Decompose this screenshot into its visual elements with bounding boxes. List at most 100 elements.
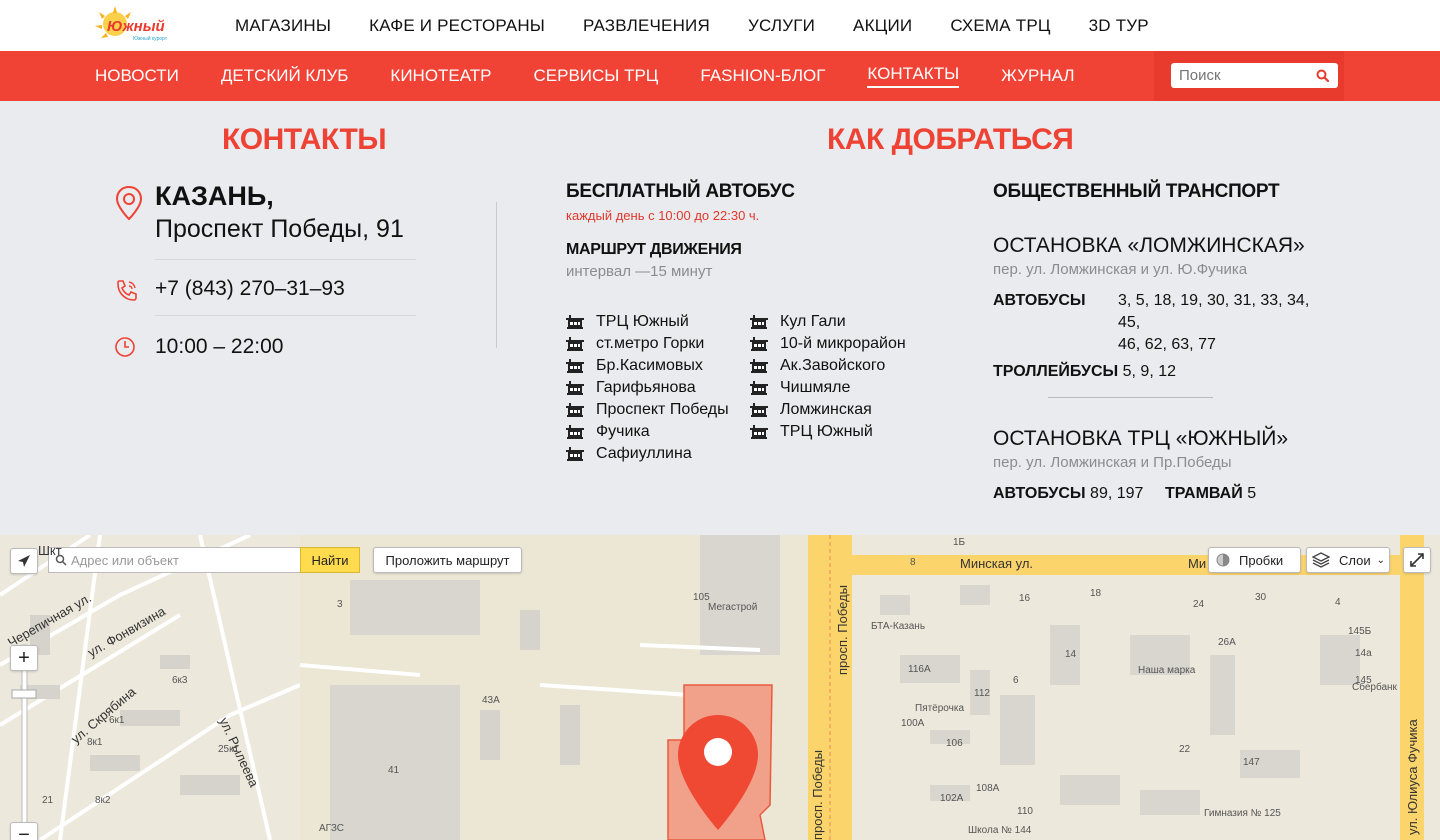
- stop-name: Бр.Касимовых: [596, 357, 703, 374]
- map-find-button[interactable]: Найти: [300, 547, 360, 573]
- street-label: ул. Юлиуса Фучика: [1405, 719, 1420, 835]
- search-icon[interactable]: [1316, 69, 1329, 82]
- poi-label[interactable]: БТА-Казань: [871, 621, 925, 632]
- traffic-label: Пробки: [1239, 552, 1284, 568]
- list-item: 10-й микрорайон: [750, 333, 906, 355]
- poi-label[interactable]: АГЗС: [319, 823, 344, 834]
- free-bus-title: БЕСПЛАТНЫЙ АВТОБУС: [566, 181, 795, 202]
- stop2-address: пер. ул. Ломжинская и Пр.Победы: [993, 454, 1232, 471]
- stop-name: ТРЦ Южный: [596, 313, 689, 330]
- list-item: ТРЦ Южный: [750, 421, 906, 443]
- map[interactable]: Адрес или объект Найти Проложить маршрут…: [0, 535, 1440, 840]
- secondary-nav: НОВОСТИ ДЕТСКИЙ КЛУБ КИНОТЕАТР СЕРВИСЫ Т…: [0, 51, 1440, 101]
- poi-label[interactable]: Гимназия № 125: [1204, 808, 1281, 819]
- phone-icon: [117, 280, 137, 301]
- house-number: 106: [946, 738, 963, 749]
- public-transport-title: ОБЩЕСТВЕННЫЙ ТРАНСПОРТ: [993, 181, 1280, 202]
- geolocation-button[interactable]: [10, 548, 38, 574]
- stop1-buses-label: АВТОБУСЫ: [993, 292, 1086, 309]
- stop2-buses-numbers: 89, 197: [1090, 485, 1144, 502]
- stop1-trolley-label: ТРОЛЛЕЙБУСЫ: [993, 363, 1119, 380]
- stop1-trolley-row: ТРОЛЛЕЙБУСЫ 5, 9, 12: [993, 363, 1176, 381]
- nav-cinema[interactable]: КИНОТЕАТР: [390, 66, 491, 86]
- directions-title: КАК ДОБРАТЬСЯ: [827, 123, 1074, 156]
- stop-name: Проспект Победы: [596, 401, 729, 418]
- bus-stop-icon: [566, 447, 584, 461]
- layers-label: Слои: [1339, 552, 1371, 568]
- poi-label[interactable]: Наша марка: [1138, 665, 1195, 676]
- bus-stop-icon: [566, 337, 584, 351]
- vertical-divider: [496, 202, 497, 348]
- route-title: МАРШРУТ ДВИЖЕНИЯ: [566, 241, 742, 258]
- nav-contacts[interactable]: КОНТАКТЫ: [867, 64, 960, 88]
- list-item: Ак.Завойского: [750, 355, 906, 377]
- list-item: ТРЦ Южный: [566, 311, 729, 333]
- traffic-icon: [1216, 553, 1230, 567]
- stop1-title: ОСТАНОВКА «ЛОМЖИНСКАЯ»: [993, 234, 1305, 257]
- stop-name: ст.метро Горки: [596, 335, 705, 352]
- route-stops-left: ТРЦ Южный ст.метро Горки Бр.Касимовых Га…: [566, 311, 729, 465]
- phone-number[interactable]: +7 (843) 270–31–93: [155, 277, 345, 301]
- nav-mall-services[interactable]: СЕРВИСЫ ТРЦ: [534, 66, 659, 86]
- stop1-trolley-numbers: 5, 9, 12: [1122, 363, 1177, 380]
- build-route-button[interactable]: Проложить маршрут: [373, 547, 522, 573]
- house-number: 105: [693, 592, 710, 603]
- nav-mall-map[interactable]: СХЕМА ТРЦ: [950, 16, 1050, 36]
- divider: [155, 259, 416, 260]
- house-number: 16: [1019, 593, 1031, 604]
- nav-fashion-blog[interactable]: FASHION-БЛОГ: [700, 66, 825, 86]
- stop-name: Чишмяле: [780, 379, 851, 396]
- house-number: 3: [337, 599, 343, 610]
- nav-entertainment[interactable]: РАЗВЛЕЧЕНИЯ: [583, 16, 710, 36]
- house-number: 6к3: [172, 675, 188, 686]
- poi-label[interactable]: Школа № 144: [968, 825, 1031, 836]
- street-label: Минская ул.: [960, 556, 1034, 571]
- nav-shops[interactable]: МАГАЗИНЫ: [235, 16, 331, 36]
- nav-news[interactable]: НОВОСТИ: [95, 66, 179, 86]
- house-number: 24: [1193, 599, 1205, 610]
- stop-name: Ак.Завойского: [780, 357, 886, 374]
- house-number: 6к1: [109, 715, 125, 726]
- bus-stop-icon: [566, 425, 584, 439]
- list-item: Гарифьянова: [566, 377, 729, 399]
- house-number: 14: [1065, 649, 1077, 660]
- house-number: 147: [1243, 757, 1260, 768]
- nav-services[interactable]: УСЛУГИ: [748, 16, 815, 36]
- location-arrow-icon: [18, 555, 30, 567]
- nav-journal[interactable]: ЖУРНАЛ: [1001, 66, 1074, 86]
- stop1-buses-line3: 46, 62, 63, 77: [1118, 336, 1216, 353]
- map-address-input[interactable]: Адрес или объект: [48, 547, 300, 573]
- yuzhny-logo[interactable]: Южный Южный курорт: [93, 4, 175, 46]
- clock-icon: [115, 337, 135, 357]
- fullscreen-button[interactable]: [1403, 547, 1431, 573]
- house-number: 108А: [976, 783, 1000, 794]
- street-label: Шкт: [38, 543, 62, 558]
- bus-stop-icon: [750, 315, 768, 329]
- poi-label[interactable]: Мегастрой: [708, 602, 757, 613]
- nav-kids-club[interactable]: ДЕТСКИЙ КЛУБ: [221, 66, 349, 86]
- route-interval: интервал —15 минут: [566, 263, 713, 280]
- list-item: Фучика: [566, 421, 729, 443]
- zoom-out-button[interactable]: −: [10, 822, 38, 840]
- divider: [155, 315, 416, 316]
- street-label: Ми: [1188, 556, 1207, 571]
- house-number: 18: [1090, 588, 1102, 599]
- stop2-tram-number: 5: [1247, 485, 1257, 502]
- bus-stop-icon: [750, 403, 768, 417]
- house-number: 1Б: [953, 537, 966, 548]
- stop-name: 10-й микрорайон: [780, 335, 906, 352]
- layers-icon: [1312, 552, 1330, 568]
- nav-cafes[interactable]: КАФЕ И РЕСТОРАНЫ: [369, 16, 545, 36]
- svg-text:Южный: Южный: [107, 18, 165, 35]
- nav-promotions[interactable]: АКЦИИ: [853, 16, 912, 36]
- stop1-address: пер. ул. Ломжинская и ул. Ю.Фучика: [993, 261, 1248, 278]
- house-number: 8к1: [87, 737, 103, 748]
- list-item: Сафиуллина: [566, 443, 729, 465]
- search-area: [1154, 51, 1344, 101]
- search-input[interactable]: [1171, 63, 1301, 88]
- nav-3d-tour[interactable]: 3D ТУР: [1089, 16, 1149, 36]
- poi-label[interactable]: Пятёрочка: [915, 703, 964, 714]
- free-bus-schedule: каждый день с 10:00 до 22:30 ч.: [566, 208, 760, 223]
- list-item: Проспект Победы: [566, 399, 729, 421]
- stop-name: Фучика: [596, 423, 650, 440]
